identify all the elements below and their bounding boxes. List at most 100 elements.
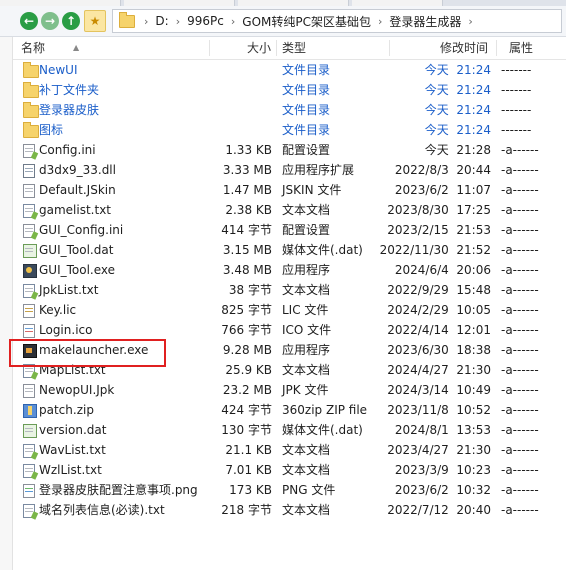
file-row[interactable]: GUI_Tool.dat 3.15 MB 媒体文件(.dat) 2022/11/30 … xyxy=(13,240,566,260)
file-date: 2023/6/2 xyxy=(394,483,449,497)
up-arrow-icon[interactable]: ↑ xyxy=(62,12,80,30)
file-attributes: -a------ xyxy=(501,243,539,257)
file-time: 21:30 xyxy=(456,363,491,377)
file-name: gamelist.txt xyxy=(39,203,111,217)
column-type-header[interactable]: 类型 xyxy=(282,37,306,59)
file-modified: 今天 21:24 xyxy=(425,80,491,100)
file-date: 2023/4/27 xyxy=(387,443,449,457)
file-time: 10:52 xyxy=(456,403,491,417)
file-row[interactable]: gamelist.txt 2.38 KB 文本文档 2023/8/30 17:25 -a… xyxy=(13,200,566,220)
file-size: 38 字节 xyxy=(228,283,272,297)
file-modified: 2023/6/2 11:07 xyxy=(395,180,491,200)
file-type: 媒体文件(.dat) xyxy=(282,423,363,437)
file-row[interactable]: Default.JSkin 1.47 MB JSKIN 文件 2023/6/2 11:… xyxy=(13,180,566,200)
file-date: 今天 xyxy=(424,123,449,137)
file-size: 23.2 MB xyxy=(222,383,272,397)
file-size: 173 KB xyxy=(229,483,272,497)
breadcrumb-folder[interactable]: 996Pc xyxy=(183,14,228,28)
file-name: Default.JSkin xyxy=(39,183,116,197)
file-row[interactable]: version.dat 130 字节 媒体文件(.dat) 2024/8/1 13:5… xyxy=(13,420,566,440)
file-name: 域名列表信息(必读).txt xyxy=(39,503,165,517)
folder-row[interactable]: 补丁文件夹 文件目录 今天 21:24 ------- xyxy=(13,80,566,100)
folder-row[interactable]: 登录器皮肤 文件目录 今天 21:24 ------- xyxy=(13,100,566,120)
column-modified-header[interactable]: 修改时间 xyxy=(440,37,488,59)
file-modified: 2023/6/2 10:32 xyxy=(395,480,491,500)
file-type: PNG 文件 xyxy=(282,483,336,497)
file-time: 10:23 xyxy=(456,463,491,477)
file-time: 21:30 xyxy=(456,443,491,457)
file-modified: 2024/8/1 13:53 xyxy=(395,420,491,440)
file-name: patch.zip xyxy=(39,403,94,417)
file-type: JSKIN 文件 xyxy=(282,183,342,197)
file-time: 20:06 xyxy=(456,263,491,277)
file-size: 3.33 MB xyxy=(222,163,272,177)
file-name: GUI_Config.ini xyxy=(39,223,124,237)
navigation-pane-edge[interactable] xyxy=(0,37,13,570)
file-attributes: -a------ xyxy=(501,223,539,237)
file-row[interactable]: MapList.txt 25.9 KB 文本文档 2024/4/27 21:30 -a-… xyxy=(13,360,566,380)
file-row[interactable]: WavList.txt 21.1 KB 文本文档 2023/4/27 21:30 -a-… xyxy=(13,440,566,460)
file-time: 10:32 xyxy=(456,483,491,497)
file-modified: 今天 21:24 xyxy=(425,60,491,80)
file-row[interactable]: Login.ico 766 字节 ICO 文件 2022/4/14 12:01 -a--… xyxy=(13,320,566,340)
column-divider[interactable] xyxy=(496,40,497,56)
column-name-header[interactable]: 名称 xyxy=(21,37,45,59)
file-attributes: -a------ xyxy=(501,263,539,277)
file-time: 10:05 xyxy=(456,303,491,317)
file-row[interactable]: JpkList.txt 38 字节 文本文档 2022/9/29 15:48 -a---… xyxy=(13,280,566,300)
file-attributes: -a------ xyxy=(501,323,539,337)
file-name: WzlList.txt xyxy=(39,463,102,477)
file-name: 补丁文件夹 xyxy=(39,83,100,97)
column-divider[interactable] xyxy=(209,40,210,56)
file-row[interactable]: GUI_Tool.exe 3.48 MB 应用程序 2024/6/4 20:06 -a-… xyxy=(13,260,566,280)
file-name: MapList.txt xyxy=(39,363,106,377)
file-row[interactable]: WzlList.txt 7.01 KB 文本文档 2023/3/9 10:23 -a--… xyxy=(13,460,566,480)
file-row[interactable]: makelauncher.exe 9.28 MB 应用程序 2023/6/30 18:… xyxy=(13,340,566,360)
folder-row[interactable]: NewUI 文件目录 今天 21:24 ------- xyxy=(13,60,566,80)
file-row[interactable]: GUI_Config.ini 414 字节 配置设置 2023/2/15 21:53-… xyxy=(13,220,566,240)
chevron-right-icon[interactable]: › xyxy=(173,15,183,28)
file-type: 应用程序扩展 xyxy=(282,163,355,177)
file-date: 2023/6/30 xyxy=(387,343,449,357)
file-date: 2022/7/12 xyxy=(387,503,449,517)
file-type: 配置设置 xyxy=(282,223,331,237)
breadcrumb-current[interactable]: 登录器生成器 xyxy=(385,13,465,30)
column-attr-header[interactable]: 属性 xyxy=(509,37,533,59)
file-type: 文本文档 xyxy=(282,443,331,457)
breadcrumb-drive[interactable]: D: xyxy=(151,14,172,28)
back-arrow-icon[interactable]: ← xyxy=(20,12,38,30)
folder-row[interactable]: 图标 文件目录 今天 21:24 ------- xyxy=(13,120,566,140)
chevron-right-icon[interactable]: › xyxy=(375,15,385,28)
chevron-right-icon[interactable]: › xyxy=(228,15,238,28)
file-attributes: ------- xyxy=(501,83,532,97)
file-name: version.dat xyxy=(39,423,107,437)
file-time: 17:25 xyxy=(456,203,491,217)
column-divider[interactable] xyxy=(389,40,390,56)
home-folder-icon[interactable]: ★ xyxy=(84,10,106,32)
file-row[interactable]: 域名列表信息(必读).txt 218 字节 文本文档 2022/7/12 20:40-… xyxy=(13,500,566,520)
chevron-right-icon[interactable]: › xyxy=(141,15,151,28)
chevron-right-icon[interactable]: › xyxy=(465,15,475,28)
address-bar[interactable]: › D: › 996Pc › GOM转纯PC架区基础包 › 登录器生成器 › xyxy=(112,9,562,33)
column-size-header[interactable]: 大小 xyxy=(247,37,271,59)
file-row[interactable]: 登录器皮肤配置注意事项.png 173 KB PNG 文件 2023/6/2 10:3… xyxy=(13,480,566,500)
file-name: NewUI xyxy=(39,63,78,77)
file-size: 25.9 KB xyxy=(225,363,272,377)
file-row[interactable]: Key.lic 825 字节 LIC 文件 2024/2/29 10:05 -a----… xyxy=(13,300,566,320)
file-name: Login.ico xyxy=(39,323,93,337)
file-date: 2023/2/15 xyxy=(387,223,449,237)
sort-ascending-icon: ▲ xyxy=(73,43,80,52)
column-divider[interactable] xyxy=(276,40,277,56)
file-date: 2022/9/29 xyxy=(387,283,449,297)
file-row[interactable]: d3dx9_33.dll 3.33 MB 应用程序扩展 2022/8/3 20:44-… xyxy=(13,160,566,180)
breadcrumb-folder[interactable]: GOM转纯PC架区基础包 xyxy=(238,13,375,30)
file-row[interactable]: NewopUI.Jpk 23.2 MB JPK 文件 2024/3/14 10:49-… xyxy=(13,380,566,400)
file-type: 文本文档 xyxy=(282,463,331,477)
forward-arrow-icon[interactable]: → xyxy=(41,12,59,30)
file-attributes: -a------ xyxy=(501,303,539,317)
file-row[interactable]: Config.ini 1.33 KB 配置设置 今天 21:28 -a------ xyxy=(13,140,566,160)
file-row[interactable]: patch.zip 424 字节 360zip ZIP file 2023/11/8 … xyxy=(13,400,566,420)
file-size: 3.48 MB xyxy=(222,263,272,277)
file-modified: 2023/2/15 21:53 xyxy=(387,220,491,240)
file-date: 今天 xyxy=(424,83,449,97)
